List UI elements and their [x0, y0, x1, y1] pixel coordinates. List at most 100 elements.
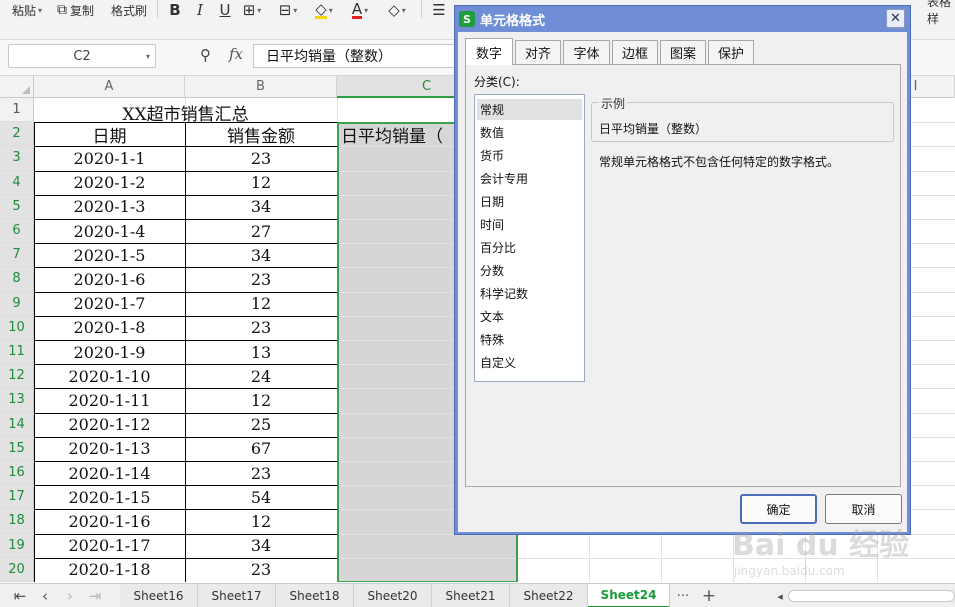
fx-icon[interactable]: fx	[229, 45, 243, 63]
cell-date[interactable]: 2020-1-9	[34, 340, 185, 364]
bold-button[interactable]: B	[164, 0, 186, 20]
font-color-button[interactable]: A ▾	[349, 0, 371, 20]
cell-sales[interactable]: 24	[185, 364, 337, 388]
row-header-11[interactable]: 11	[0, 340, 34, 365]
sheet-tab-sheet21[interactable]: Sheet21	[432, 584, 510, 607]
cell-sales[interactable]: 23	[185, 558, 337, 582]
horizontal-scrollbar[interactable]	[788, 590, 955, 602]
cell-date[interactable]: 2020-1-17	[34, 534, 185, 558]
cell-sales[interactable]: 23	[185, 146, 337, 170]
row-header-15[interactable]: 15	[0, 436, 34, 461]
cell-date[interactable]: 2020-1-15	[34, 485, 185, 509]
category-item[interactable]: 货币	[477, 145, 582, 166]
cell-date[interactable]: 2020-1-2	[34, 171, 185, 195]
cell-sales[interactable]: 12	[185, 388, 337, 412]
cell-sales[interactable]: 34	[185, 243, 337, 267]
dialog-tab-1[interactable]: 对齐	[515, 40, 561, 64]
header-date[interactable]: 日期	[34, 122, 185, 147]
sheet-title[interactable]: XX超市销售汇总	[34, 100, 337, 125]
underline-button[interactable]: U	[214, 0, 236, 20]
cell-date[interactable]: 2020-1-14	[34, 461, 185, 485]
dialog-tab-3[interactable]: 边框	[612, 40, 658, 64]
align-left-button[interactable]: ☰	[428, 0, 450, 20]
row-header-16[interactable]: 16	[0, 461, 34, 486]
cell-sales[interactable]: 13	[185, 340, 337, 364]
fill-color-button[interactable]: ◇ ▾	[313, 0, 335, 20]
dialog-tab-0[interactable]: 数字	[465, 38, 513, 65]
row-header-13[interactable]: 13	[0, 388, 34, 413]
cell-date[interactable]: 2020-1-8	[34, 316, 185, 340]
cell-date[interactable]: 2020-1-7	[34, 292, 185, 316]
sheet-tab-sheet16[interactable]: Sheet16	[120, 584, 198, 607]
border-button[interactable]: ⊞ ▾	[241, 0, 263, 20]
row-header-9[interactable]: 9	[0, 291, 34, 316]
row-header-4[interactable]: 4	[0, 170, 34, 195]
row-header-12[interactable]: 12	[0, 364, 34, 389]
clear-button[interactable]: ◇ ▾	[386, 0, 408, 20]
category-item[interactable]: 数值	[477, 122, 582, 143]
add-sheet-button[interactable]: +	[698, 584, 720, 607]
row-header-3[interactable]: 3	[0, 146, 34, 171]
cell-date[interactable]: 2020-1-12	[34, 413, 185, 437]
header-sales[interactable]: 销售金额	[185, 122, 337, 147]
category-item[interactable]: 特殊	[477, 329, 582, 350]
category-item[interactable]: 文本	[477, 306, 582, 327]
cell-sales[interactable]: 12	[185, 509, 337, 533]
table-style-button[interactable]: 表格样	[927, 0, 955, 26]
merge-button[interactable]: ⊟ ▾	[277, 0, 299, 20]
cell-sales[interactable]: 34	[185, 195, 337, 219]
sheet-tab-sheet20[interactable]: Sheet20	[354, 584, 432, 607]
category-list[interactable]: 常规 数值 货币 会计专用 日期 时间 百分比 分数 科学记数 文本 特殊 自定义	[474, 94, 585, 382]
row-header-17[interactable]: 17	[0, 485, 34, 510]
cell-sales[interactable]: 27	[185, 219, 337, 243]
row-header-10[interactable]: 10	[0, 315, 34, 340]
cell-sales[interactable]: 12	[185, 292, 337, 316]
cell-date[interactable]: 2020-1-10	[34, 364, 185, 388]
row-header-19[interactable]: 19	[0, 533, 34, 558]
cell-sales[interactable]: 34	[185, 534, 337, 558]
sheet-tab-sheet18[interactable]: Sheet18	[276, 584, 354, 607]
cell-date[interactable]: 2020-1-3	[34, 195, 185, 219]
cell-date[interactable]: 2020-1-4	[34, 219, 185, 243]
cell-sales[interactable]: 67	[185, 437, 337, 461]
sheet-tab-sheet24[interactable]: Sheet24	[588, 584, 670, 607]
cell-date[interactable]: 2020-1-6	[34, 267, 185, 291]
cell-date[interactable]: 2020-1-18	[34, 558, 185, 582]
category-item[interactable]: 科学记数	[477, 283, 582, 304]
row-header-18[interactable]: 18	[0, 509, 34, 534]
dialog-tab-4[interactable]: 图案	[660, 40, 706, 64]
name-box[interactable]: C2 ▾	[8, 44, 156, 68]
cell-sales[interactable]: 23	[185, 316, 337, 340]
category-item[interactable]: 会计专用	[477, 168, 582, 189]
sheet-tab-sheet22[interactable]: Sheet22	[510, 584, 588, 607]
cell-date[interactable]: 2020-1-11	[34, 388, 185, 412]
row-header-7[interactable]: 7	[0, 243, 34, 268]
last-sheet-icon[interactable]: ⇥	[85, 584, 105, 607]
row-header-6[interactable]: 6	[0, 219, 34, 244]
cell-date[interactable]: 2020-1-16	[34, 509, 185, 533]
category-item[interactable]: 常规	[477, 99, 582, 120]
sheet-tab-sheet17[interactable]: Sheet17	[198, 584, 276, 607]
cell-date[interactable]: 2020-1-13	[34, 437, 185, 461]
category-item[interactable]: 时间	[477, 214, 582, 235]
select-all-corner[interactable]	[0, 76, 34, 98]
cell-sales[interactable]: 12	[185, 171, 337, 195]
copy-button[interactable]: ⧉ 复制	[57, 0, 94, 20]
close-icon[interactable]: ✕	[886, 9, 905, 28]
column-header-a[interactable]: A	[34, 76, 185, 98]
next-sheet-icon[interactable]: ›	[60, 584, 80, 607]
cell-date[interactable]: 2020-1-5	[34, 243, 185, 267]
row-header-20[interactable]: 20	[0, 557, 34, 582]
category-item[interactable]: 分数	[477, 260, 582, 281]
row-header-5[interactable]: 5	[0, 194, 34, 219]
zoom-icon[interactable]: ⚲	[200, 46, 211, 64]
dialog-titlebar[interactable]: S 单元格格式 ✕	[455, 6, 910, 31]
category-item[interactable]: 自定义	[477, 352, 582, 373]
cell-sales[interactable]: 25	[185, 413, 337, 437]
first-sheet-icon[interactable]: ⇤	[10, 584, 30, 607]
row-header-14[interactable]: 14	[0, 412, 34, 437]
more-sheets-button[interactable]: ···	[671, 584, 695, 607]
category-item[interactable]: 百分比	[477, 237, 582, 258]
prev-sheet-icon[interactable]: ‹	[35, 584, 55, 607]
format-painter-button[interactable]: 格式刷	[111, 0, 147, 20]
